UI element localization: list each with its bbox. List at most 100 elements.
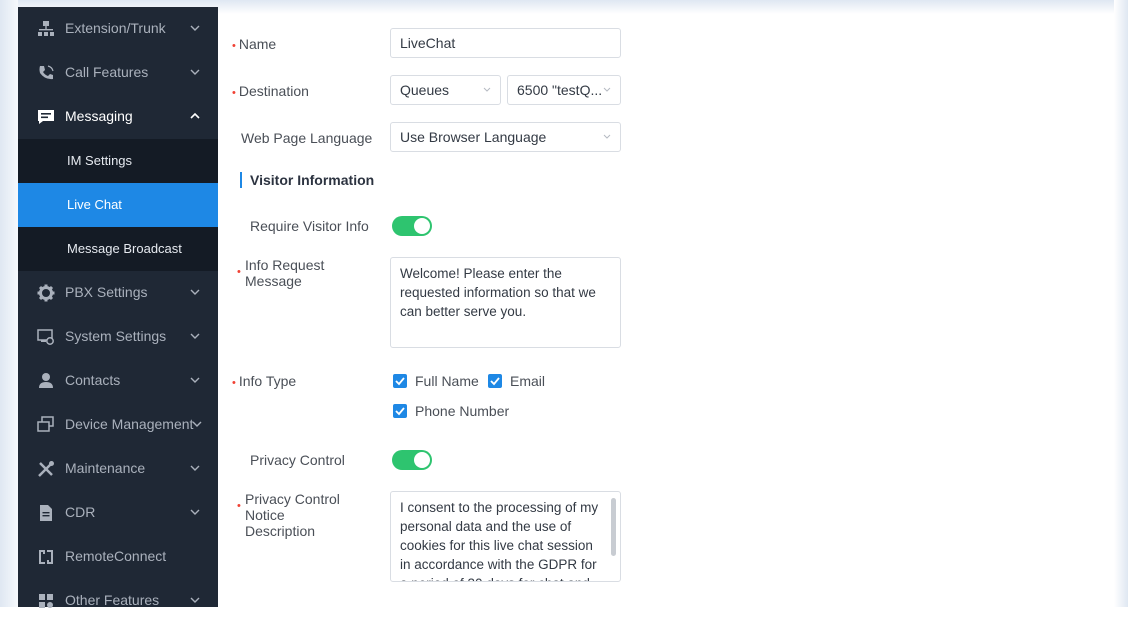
language-select[interactable]: Use Browser Language (390, 122, 621, 152)
checkbox-checked-icon (488, 374, 502, 388)
device-icon (36, 415, 56, 435)
sidebar-item-label: System Settings (65, 328, 167, 344)
system-settings-icon (36, 327, 56, 347)
remote-connect-icon (36, 547, 56, 567)
sidebar-item-extension-trunk[interactable]: Extension/Trunk (18, 7, 218, 51)
chevron-down-icon (602, 84, 612, 94)
network-icon (36, 19, 56, 39)
full-name-checkbox-label: Full Name (415, 373, 479, 389)
sidebar-item-label: Contacts (65, 372, 121, 388)
sidebar: Extension/Trunk Call Features Messaging … (18, 7, 218, 608)
required-marker: • (232, 87, 236, 99)
name-label-text: Name (238, 36, 277, 52)
window-frame-left (0, 0, 18, 607)
chevron-down-icon (188, 285, 202, 299)
info-request-message-label-text: Info Request Message (245, 257, 325, 289)
require-visitor-info-label: Require Visitor Info (250, 218, 369, 234)
chevron-down-icon (188, 593, 202, 607)
sidebar-item-contacts[interactable]: Contacts (18, 359, 218, 403)
privacy-notice-textarea[interactable]: I consent to the processing of my person… (390, 491, 621, 582)
require-visitor-info-toggle[interactable] (392, 216, 432, 236)
name-label: • Name (232, 36, 276, 52)
sidebar-item-label: Maintenance (65, 460, 146, 476)
phone-icon (36, 63, 56, 83)
info-type-label-text: Info Type (238, 373, 297, 389)
sidebar-item-other-features[interactable]: Other Features (18, 579, 218, 623)
destination-label-text: Destination (238, 83, 309, 99)
sidebar-item-label: Device Management (65, 416, 194, 432)
destination-value-select[interactable]: 6500 "testQ... (507, 75, 621, 105)
email-checkbox-label: Email (510, 373, 546, 389)
chevron-down-icon (188, 461, 202, 475)
contact-icon (36, 371, 56, 391)
destination-value-text: 6500 "testQ... (517, 82, 603, 98)
sidebar-item-device-management[interactable]: Device Management (18, 403, 218, 447)
info-request-message-textarea[interactable]: Welcome! Please enter the requested info… (390, 257, 621, 348)
sidebar-item-remoteconnect[interactable]: RemoteConnect (18, 535, 218, 579)
privacy-notice-text: I consent to the processing of my person… (400, 500, 599, 581)
sidebar-item-label: Extension/Trunk (65, 20, 166, 36)
sidebar-item-call-features[interactable]: Call Features (18, 51, 218, 95)
chevron-down-icon (188, 21, 202, 35)
tools-icon (36, 459, 56, 479)
required-marker: • (232, 377, 236, 389)
sidebar-subitem-label: IM Settings (67, 153, 133, 168)
sidebar-subitem-live-chat[interactable]: Live Chat (18, 183, 218, 227)
destination-type-select[interactable]: Queues (390, 75, 501, 105)
sidebar-item-system-settings[interactable]: System Settings (18, 315, 218, 359)
chevron-down-icon (190, 417, 204, 431)
gear-icon (36, 283, 56, 303)
sidebar-item-label: Other Features (65, 592, 160, 608)
sidebar-subitem-label: Live Chat (67, 197, 122, 212)
privacy-notice-label: • Privacy Control Notice Description (237, 491, 352, 539)
privacy-control-toggle[interactable] (392, 450, 432, 470)
sidebar-subitem-message-broadcast[interactable]: Message Broadcast (18, 227, 218, 271)
name-input-value: LiveChat (400, 35, 456, 51)
document-icon (36, 503, 56, 523)
sidebar-item-label: Call Features (65, 64, 149, 80)
sidebar-subitem-label: Message Broadcast (67, 241, 182, 256)
sidebar-subitem-im-settings[interactable]: IM Settings (18, 139, 218, 183)
required-marker: • (237, 500, 241, 512)
email-checkbox[interactable]: Email (488, 373, 545, 389)
chevron-down-icon (188, 329, 202, 343)
destination-label: • Destination (232, 83, 309, 99)
textarea-scrollbar[interactable] (611, 498, 616, 556)
visitor-information-heading: Visitor Information (240, 172, 374, 188)
full-name-checkbox[interactable]: Full Name (393, 373, 479, 389)
info-request-message-label: • Info Request Message (237, 257, 352, 289)
chevron-down-icon (482, 84, 492, 94)
message-icon (36, 107, 56, 127)
language-label: Web Page Language (241, 130, 373, 146)
language-select-value: Use Browser Language (400, 129, 547, 145)
privacy-control-label: Privacy Control (250, 452, 345, 468)
sidebar-item-messaging[interactable]: Messaging (18, 95, 218, 139)
sidebar-item-maintenance[interactable]: Maintenance (18, 447, 218, 491)
chevron-down-icon (188, 65, 202, 79)
destination-type-value: Queues (400, 82, 450, 98)
sidebar-item-label: CDR (65, 504, 96, 520)
sidebar-item-label: RemoteConnect (65, 548, 167, 564)
name-input[interactable]: LiveChat (390, 28, 621, 58)
chevron-up-icon (188, 109, 202, 123)
sidebar-item-pbx-settings[interactable]: PBX Settings (18, 271, 218, 315)
phone-number-checkbox[interactable]: Phone Number (393, 403, 509, 419)
chevron-down-icon (188, 505, 202, 519)
live-chat-form: • Name LiveChat • Destination Queues 6500 … (220, 0, 1120, 607)
sidebar-item-label: PBX Settings (65, 284, 148, 300)
sidebar-item-cdr[interactable]: CDR (18, 491, 218, 535)
required-marker: • (237, 266, 241, 278)
toggle-knob (414, 218, 430, 234)
info-request-message-text: Welcome! Please enter the requested info… (400, 266, 596, 319)
privacy-notice-label-text: Privacy Control Notice Description (245, 491, 340, 539)
sidebar-item-label: Messaging (65, 108, 133, 124)
checkbox-checked-icon (393, 404, 407, 418)
grid-icon (36, 591, 56, 611)
toggle-knob (414, 452, 430, 468)
chevron-down-icon (602, 131, 612, 141)
chevron-down-icon (188, 373, 202, 387)
required-marker: • (232, 40, 236, 52)
phone-number-checkbox-label: Phone Number (415, 403, 510, 419)
info-type-label: • Info Type (232, 373, 296, 389)
checkbox-checked-icon (393, 374, 407, 388)
